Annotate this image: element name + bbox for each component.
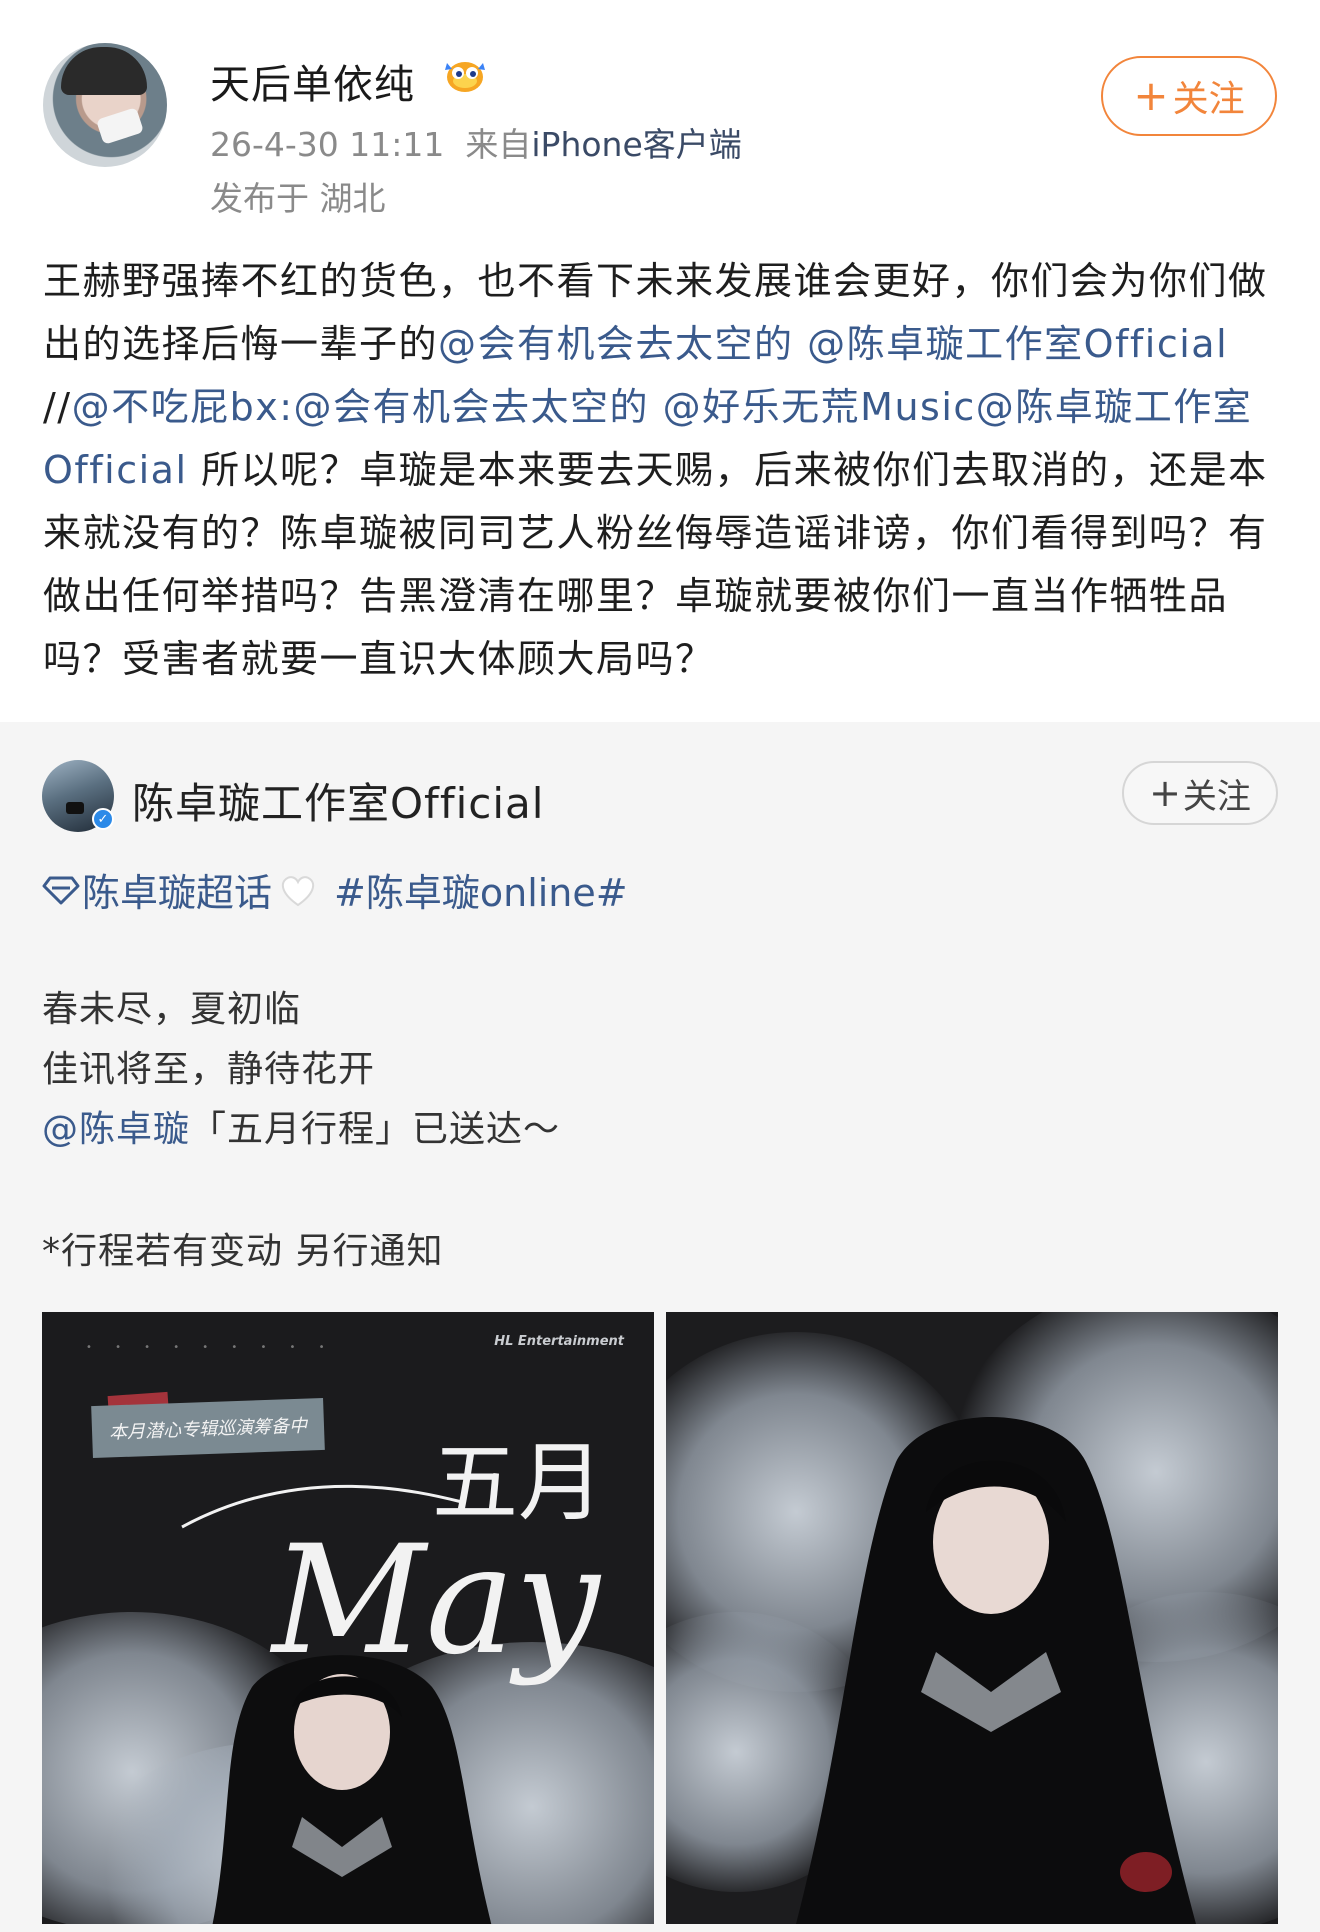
mention-link[interactable]: @陈卓璇工作室Official bbox=[807, 322, 1228, 366]
poster-title-cn: 五月 bbox=[432, 1433, 604, 1533]
follow-label: 关注 bbox=[1182, 776, 1251, 817]
source-prefix: 来自 bbox=[465, 125, 532, 164]
text-segment: : bbox=[279, 385, 294, 429]
post-location: 发布于 湖北 bbox=[210, 179, 386, 218]
supertopic-diamond-icon bbox=[42, 876, 80, 904]
studio-follow-button[interactable]: + 关注 bbox=[1122, 761, 1278, 825]
hashtag-link[interactable]: #陈卓璇online# bbox=[334, 862, 628, 917]
post-meta: 26-4-30 11:11 来自iPhone客户端 bbox=[210, 118, 742, 166]
verified-icon: ✓ bbox=[92, 808, 114, 830]
mention-link[interactable]: @会有机会去太空的 bbox=[294, 385, 650, 429]
mention-link[interactable]: @好乐无荒Music bbox=[663, 385, 976, 429]
user-avatar[interactable] bbox=[43, 43, 167, 167]
poster-image[interactable]: • • • • • • • • • HL Entertainment 本月潜心专… bbox=[42, 1312, 654, 1924]
plus-icon: + bbox=[1149, 771, 1181, 815]
poster-figure bbox=[212, 1655, 492, 1924]
username[interactable]: 天后单依纯 bbox=[210, 52, 415, 110]
follow-button[interactable]: + 关注 bbox=[1101, 56, 1277, 136]
post-source: iPhone客户端 bbox=[531, 125, 742, 164]
repost-body: 春未尽，夏初临 佳讯将至，静待花开 @陈卓璇「五月行程」已送达～ bbox=[42, 980, 560, 1160]
text-segment: 所以呢？卓璇是本来要去天赐，后来被你们去取消的，还是本来就没有的？陈卓璇被同司艺… bbox=[43, 448, 1268, 681]
post-text: 王赫野强捧不红的货色，也不看下未来发展谁会更好，你们会为你们做出的选择后悔一辈子… bbox=[43, 250, 1283, 691]
post-time: 26-4-30 11:11 bbox=[210, 125, 445, 164]
text-segment bbox=[794, 322, 808, 366]
supertopic-link[interactable]: 陈卓璇超话 bbox=[82, 862, 272, 917]
body-line: 佳讯将至，静待花开 bbox=[42, 1049, 376, 1090]
topics-row: 陈卓璇超话 #陈卓璇online# bbox=[42, 862, 628, 917]
body-line: 春未尽，夏初临 bbox=[42, 989, 302, 1030]
follow-label: 关注 bbox=[1172, 79, 1245, 120]
photo-figure bbox=[796, 1417, 1196, 1924]
text-segment: // bbox=[43, 385, 72, 429]
original-post: 天后单依纯 26-4-30 11:11 来自iPhone客户端 发布于 湖北 +… bbox=[0, 0, 1320, 720]
white-heart-icon bbox=[281, 875, 315, 906]
body-line-mention: @陈卓璇「五月行程」已送达～ bbox=[42, 1100, 560, 1160]
mention-link[interactable]: @陈卓璇 bbox=[42, 1109, 190, 1150]
mention-link[interactable]: @会有机会去太空的 bbox=[438, 322, 794, 366]
plus-icon: + bbox=[1133, 71, 1169, 120]
fish-badge-icon bbox=[445, 62, 485, 92]
photo-image[interactable] bbox=[666, 1312, 1278, 1924]
mention-tail: 「五月行程」已送达～ bbox=[190, 1109, 561, 1150]
schedule-note: *行程若有变动 另行通知 bbox=[42, 1231, 444, 1272]
text-segment bbox=[649, 385, 663, 429]
mention-link[interactable]: @不吃屁bx bbox=[72, 385, 280, 429]
studio-name[interactable]: 陈卓璇工作室Official bbox=[132, 770, 544, 831]
